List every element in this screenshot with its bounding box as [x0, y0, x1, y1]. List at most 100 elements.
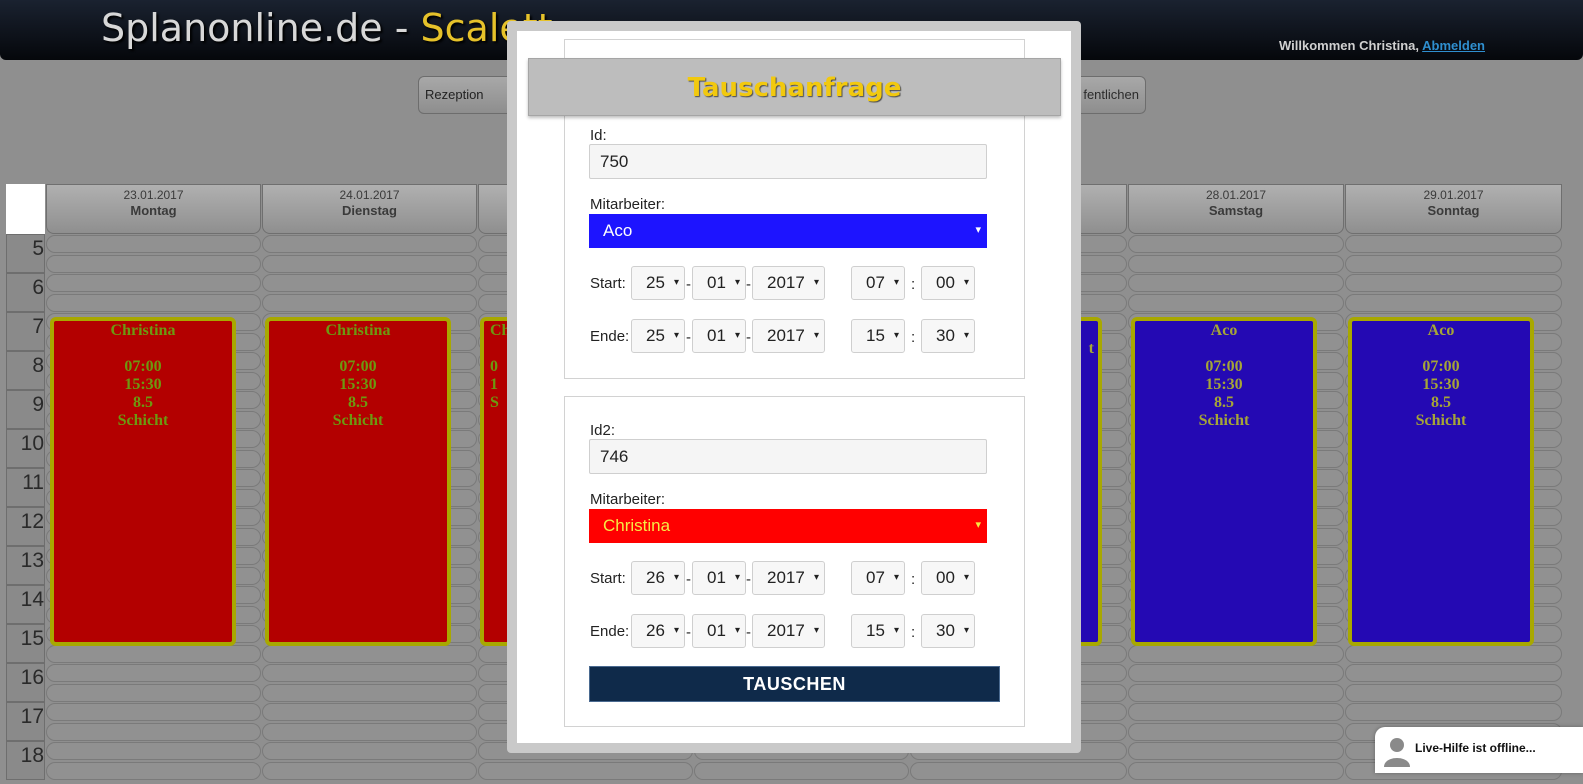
time-slot[interactable] — [910, 761, 1127, 780]
shift-card[interactable]: Aco 07:00 15:30 8.5 Schicht — [1131, 317, 1317, 646]
time-slot[interactable] — [46, 644, 261, 663]
time-slot[interactable] — [1345, 274, 1562, 292]
time-slot[interactable] — [1128, 722, 1344, 741]
time-slot[interactable] — [262, 683, 477, 702]
end-month-value: 01 — [707, 326, 726, 345]
time-slot[interactable] — [1128, 703, 1344, 721]
time-slot[interactable] — [262, 254, 477, 273]
start-minute-select[interactable]: 00 ▾ — [921, 266, 975, 300]
chevron-down-icon: ▾ — [673, 330, 679, 341]
chevron-down-icon: ▾ — [963, 277, 969, 288]
time-slot[interactable] — [1128, 761, 1344, 780]
time-slot[interactable] — [262, 664, 477, 682]
time-slot[interactable] — [46, 235, 261, 253]
shift-card[interactable]: Christina 07:00 15:30 8.5 Schicht — [50, 317, 236, 646]
time-slot[interactable] — [262, 703, 477, 721]
time-slot[interactable] — [1345, 703, 1562, 721]
chevron-down-icon: ▾ — [963, 330, 969, 341]
end-month-select[interactable]: 01 ▾ — [692, 319, 746, 353]
time-slot[interactable] — [1345, 254, 1562, 273]
time-slot[interactable] — [262, 644, 477, 663]
shift-hours: 8.5 — [133, 394, 153, 411]
shift-card[interactable]: Aco 07:00 15:30 8.5 Schicht — [1348, 317, 1534, 646]
start-month-select[interactable]: 01 ▾ — [692, 266, 746, 300]
start2-month-select[interactable]: 01 ▾ — [692, 561, 746, 595]
start2-minute-select[interactable]: 00 ▾ — [921, 561, 975, 595]
live-help-widget[interactable]: Live-Hilfe ist offline... — [1375, 727, 1583, 773]
end-minute-select[interactable]: 30 ▾ — [921, 319, 975, 353]
time-slot[interactable] — [46, 274, 261, 292]
start-year-select[interactable]: 2017 ▾ — [752, 266, 825, 300]
time-separator: : — [911, 276, 916, 293]
department-select-button[interactable]: Rezeption — [418, 76, 518, 114]
time-slot[interactable] — [262, 742, 477, 760]
chevron-down-icon: ▾ — [963, 572, 969, 583]
start-hour-select[interactable]: 07 ▾ — [851, 266, 905, 300]
time-slot[interactable] — [262, 274, 477, 292]
time-slot[interactable] — [1128, 742, 1344, 760]
time-slot[interactable] — [1345, 293, 1562, 312]
time-slot[interactable] — [1345, 235, 1562, 253]
employee-label: Mitarbeiter: — [590, 196, 666, 213]
time-slot[interactable] — [1345, 644, 1562, 663]
end2-hour-select[interactable]: 15 ▾ — [851, 614, 905, 648]
time-slot[interactable] — [46, 703, 261, 721]
time-slot[interactable] — [46, 722, 261, 741]
employee2-select[interactable]: Christina ▾ — [589, 509, 987, 543]
time-slot[interactable] — [46, 683, 261, 702]
modal-title: Tauschanfrage — [528, 58, 1061, 116]
time-slot[interactable] — [46, 254, 261, 273]
end2-minute-select[interactable]: 30 ▾ — [921, 614, 975, 648]
day-header-saturday: 28.01.2017 Samstag — [1128, 184, 1344, 234]
start-label: Start: — [590, 275, 626, 292]
end-day-select[interactable]: 25 ▾ — [631, 319, 685, 353]
time-slot[interactable] — [1128, 683, 1344, 702]
start-month-value: 01 — [707, 273, 726, 292]
time-slot[interactable] — [1128, 644, 1344, 663]
day-date: 23.01.2017 — [123, 188, 184, 202]
time-slot[interactable] — [1128, 235, 1344, 253]
swap-submit-button[interactable]: TAUSCHEN — [589, 666, 1000, 702]
time-slot[interactable] — [46, 742, 261, 760]
id-input[interactable]: 750 — [589, 144, 987, 179]
employee-select[interactable]: Aco ▾ — [589, 214, 987, 248]
start-day-select[interactable]: 25 ▾ — [631, 266, 685, 300]
time-slot[interactable] — [1345, 664, 1562, 682]
time-slot[interactable] — [1128, 664, 1344, 682]
chevron-down-icon: ▾ — [893, 330, 899, 341]
time-separator: : — [911, 571, 916, 588]
start2-day-select[interactable]: 26 ▾ — [631, 561, 685, 595]
shift-hours: 8.5 — [348, 394, 368, 411]
shift-type: Schicht — [332, 412, 384, 429]
time-slot[interactable] — [262, 293, 477, 312]
end-year-select[interactable]: 2017 ▾ — [752, 319, 825, 353]
id2-input[interactable]: 746 — [589, 439, 987, 474]
time-slot[interactable] — [46, 664, 261, 682]
logout-link[interactable]: Abmelden — [1422, 38, 1485, 53]
time-slot[interactable] — [46, 761, 261, 780]
time-slot[interactable] — [262, 235, 477, 253]
end-hour-select[interactable]: 15 ▾ — [851, 319, 905, 353]
shift-employee: Christina — [110, 322, 176, 339]
end2-month-select[interactable]: 01 ▾ — [692, 614, 746, 648]
time-slot[interactable] — [262, 761, 477, 780]
start2-year-select[interactable]: 2017 ▾ — [752, 561, 825, 595]
start2-hour-select[interactable]: 07 ▾ — [851, 561, 905, 595]
day-name: Dienstag — [342, 203, 397, 218]
hour-label: 8 — [6, 351, 45, 390]
end2-day-select[interactable]: 26 ▾ — [631, 614, 685, 648]
time-slot[interactable] — [1128, 254, 1344, 273]
time-slot[interactable] — [1128, 274, 1344, 292]
time-slot[interactable] — [1345, 683, 1562, 702]
shift-card[interactable]: Christina 07:00 15:30 8.5 Schicht — [265, 317, 451, 646]
end-hour-value: 15 — [866, 326, 885, 345]
hour-label: 5 — [6, 234, 45, 273]
time-slot[interactable] — [694, 761, 909, 780]
start2-hour-value: 07 — [866, 568, 885, 587]
time-slot[interactable] — [478, 761, 693, 780]
end2-year-select[interactable]: 2017 ▾ — [752, 614, 825, 648]
time-slot[interactable] — [1128, 293, 1344, 312]
time-slot[interactable] — [262, 722, 477, 741]
time-slot[interactable] — [46, 293, 261, 312]
shift-end: 15:30 — [124, 376, 162, 393]
